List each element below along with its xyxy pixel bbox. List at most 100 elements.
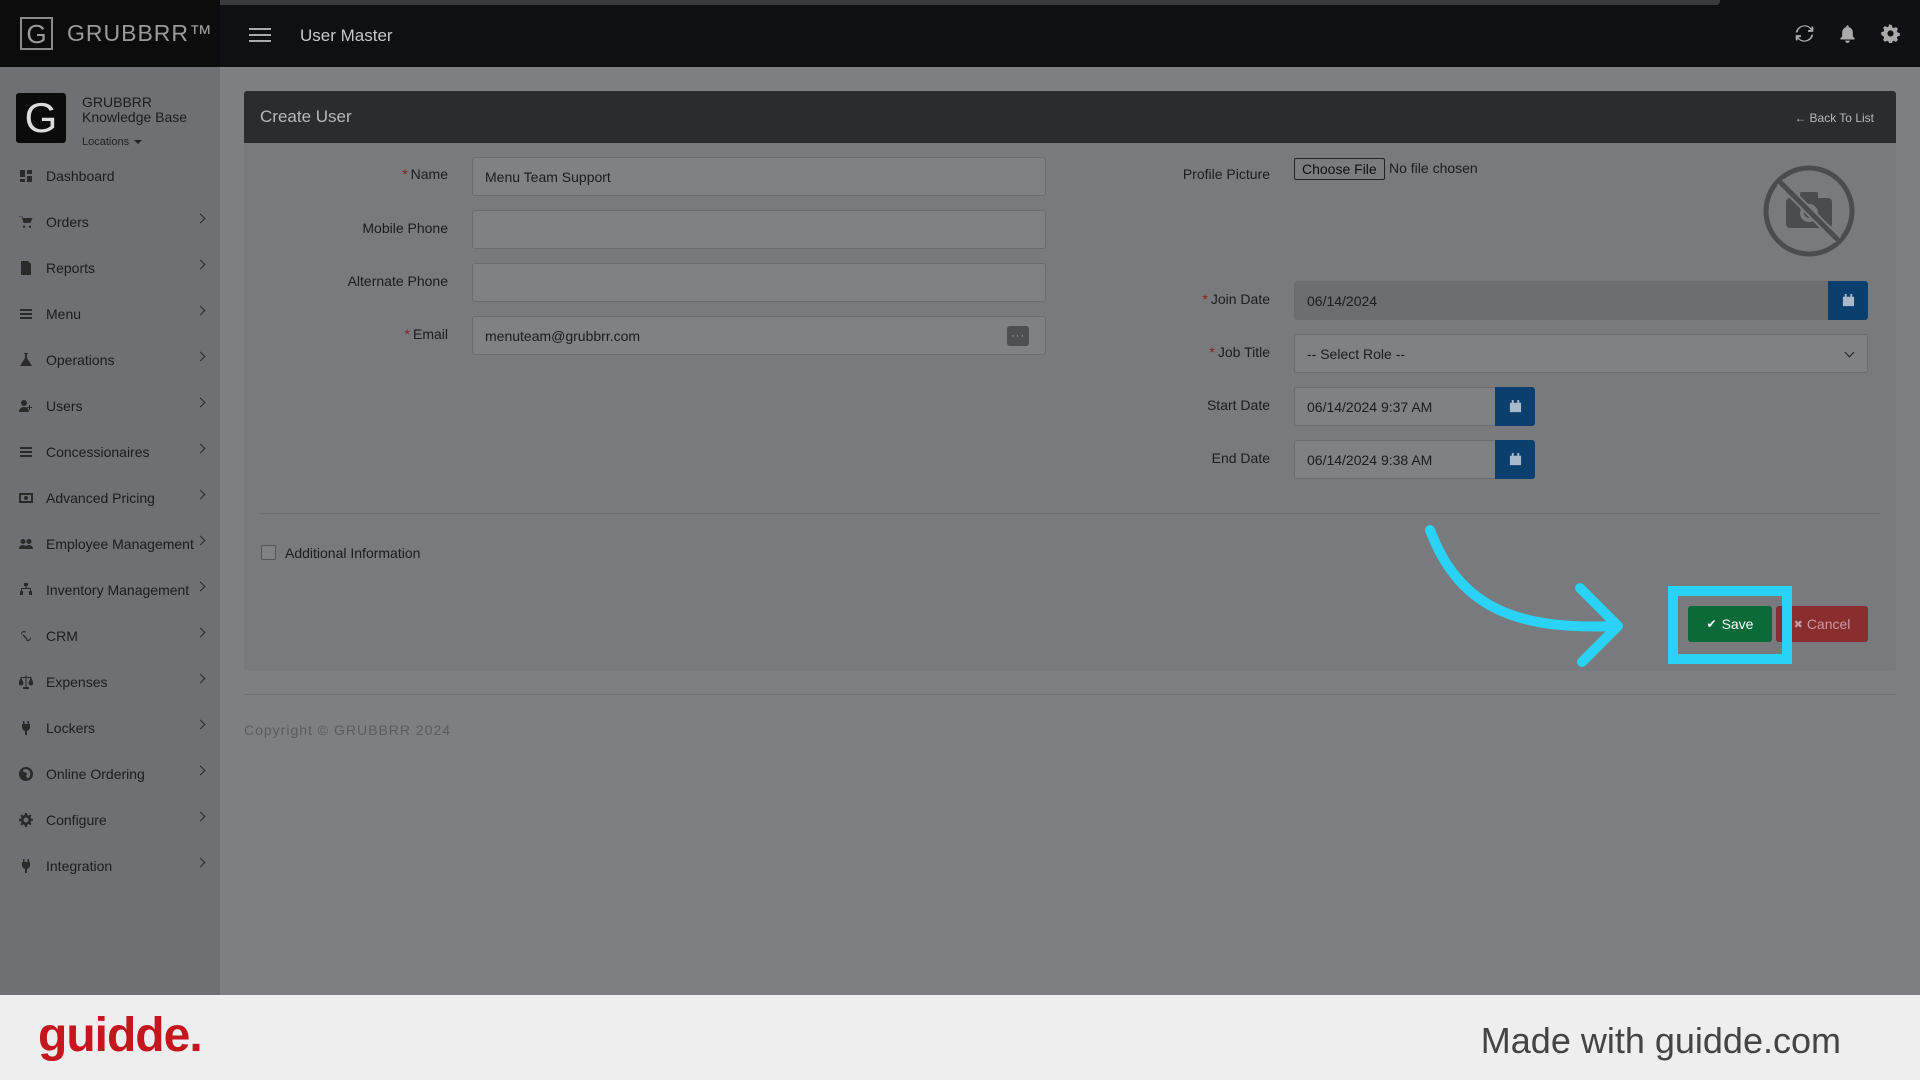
sidebar-item-online-ordering[interactable]: Online Ordering [0,751,220,797]
end-date-input[interactable]: 06/14/2024 9:38 AM [1294,440,1498,479]
sidebar-item-label: Operations [46,352,115,368]
alternate-phone-label: Alternate Phone [347,273,448,289]
profile-logo: G [16,93,66,143]
sidebar-item-label: Expenses [46,674,108,690]
gear-icon [18,813,34,827]
page-title: User Master [300,26,393,45]
sidebar-item-label: CRM [46,628,78,644]
sidebar-item-integration[interactable]: Integration [0,843,220,889]
chevron-right-icon [195,535,206,546]
sidebar: G GRUBBRR Knowledge Base Locations Dashb… [0,67,220,995]
chevron-right-icon [195,259,206,270]
chevron-down-icon [1844,347,1855,358]
footer-divider [244,694,1896,695]
sidebar-item-crm[interactable]: CRM [0,613,220,659]
chevron-right-icon [195,305,206,316]
sidebar-item-label: Dashboard [46,168,115,184]
sidebar-item-label: Advanced Pricing [46,490,155,506]
top-icons [1795,24,1900,43]
gear-icon[interactable] [1881,24,1900,43]
sidebar-item-lockers[interactable]: Lockers [0,705,220,751]
additional-info-checkbox[interactable] [261,545,276,560]
chevron-right-icon [195,581,206,592]
users-icon [18,537,34,551]
no-photo-icon [1763,165,1855,257]
join-date-input[interactable]: 06/14/2024 [1294,281,1830,320]
sidebar-item-label: Concessionaires [46,444,150,460]
list-icon [18,307,34,321]
email-field[interactable]: menuteam@grubbrr.com ··· [472,316,1046,355]
made-with-guidde-text: Made with guidde.com [1480,1020,1841,1061]
additional-info-label: Additional Information [285,545,421,561]
sidebar-item-configure[interactable]: Configure [0,797,220,843]
chevron-right-icon [195,397,206,408]
file-status-text: No file chosen [1389,160,1478,176]
chevron-right-icon [195,443,206,454]
choose-file-button[interactable]: Choose File [1294,158,1385,180]
profile-block: G GRUBBRR Knowledge Base Locations [16,93,187,150]
profile-name-line1: GRUBBRR [82,94,153,110]
sidebar-item-menu[interactable]: Menu [0,291,220,337]
sidebar-item-orders[interactable]: Orders [0,199,220,245]
save-button[interactable]: Save [1688,606,1772,642]
brand-name: GRUBBRR™ [67,20,214,46]
report-icon [18,261,34,275]
chevron-right-icon [195,351,206,362]
mobile-phone-input[interactable] [472,210,1046,249]
brand-logo[interactable]: G GRUBBRR™ [0,0,220,67]
sidebar-item-label: Orders [46,214,89,230]
bell-icon[interactable] [1838,24,1857,43]
alternate-phone-input[interactable] [472,263,1046,302]
back-to-list-link[interactable]: Back To List [1795,111,1874,125]
join-date-calendar-icon[interactable] [1828,281,1868,320]
name-input[interactable]: Menu Team Support [472,157,1046,196]
user-plus-icon [18,399,34,413]
cart-icon [18,215,34,229]
chevron-right-icon [195,765,206,776]
list-icon [18,445,34,459]
money-icon [18,491,34,505]
job-title-select[interactable]: -- Select Role -- [1294,334,1868,373]
refresh-icon[interactable] [1795,24,1814,43]
sidebar-item-label: Configure [46,812,107,828]
sidebar-item-operations[interactable]: Operations [0,337,220,383]
chevron-right-icon [195,857,206,868]
sidebar-item-dashboard[interactable]: Dashboard [0,153,220,199]
start-date-input[interactable]: 06/14/2024 9:37 AM [1294,387,1498,426]
sidebar-item-label: Employee Management [46,536,194,552]
sidebar-item-reports[interactable]: Reports [0,245,220,291]
sidebar-item-label: Menu [46,306,82,322]
sidebar-item-label: Lockers [46,720,96,736]
link-icon [18,629,34,643]
sidebar-item-concessionaires[interactable]: Concessionaires [0,429,220,475]
email-options-icon[interactable]: ··· [1007,326,1029,346]
sidebar-item-advanced-pricing[interactable]: Advanced Pricing [0,475,220,521]
name-label: * Name [402,166,448,182]
mobile-phone-label: Mobile Phone [362,220,448,236]
start-date-label: Start Date [1206,397,1270,413]
end-date-calendar-icon[interactable] [1495,440,1535,479]
job-title-label: * Job Title [1209,344,1270,360]
sidebar-item-expenses[interactable]: Expenses [0,659,220,705]
sidebar-item-label: Users [46,398,83,414]
sidebar-item-employee-management[interactable]: Employee Management [0,521,220,567]
chevron-right-icon [195,213,206,224]
top-bar: G GRUBBRR™ User Master [0,0,1920,67]
sidebar-item-label: Integration [46,858,113,874]
hamburger-menu-icon[interactable] [249,28,271,46]
chevron-right-icon [195,673,206,684]
locations-dropdown[interactable]: Locations [82,135,187,150]
top-strip [195,0,1720,5]
flask-icon [18,353,34,367]
plug-icon [18,721,34,735]
sidebar-item-label: Reports [46,260,96,276]
job-title-selected: -- Select Role -- [1307,345,1406,362]
sidebar-item-label: Online Ordering [46,766,145,782]
globe-icon [18,767,34,781]
pointer-arrow-icon [1425,525,1623,667]
copyright-text: Copyright © GRUBBRR 2024 [244,722,452,738]
sidebar-item-inventory-management[interactable]: Inventory Management [0,567,220,613]
profile-picture-label: Profile Picture [1182,166,1270,182]
sidebar-item-users[interactable]: Users [0,383,220,429]
start-date-calendar-icon[interactable] [1495,387,1535,426]
